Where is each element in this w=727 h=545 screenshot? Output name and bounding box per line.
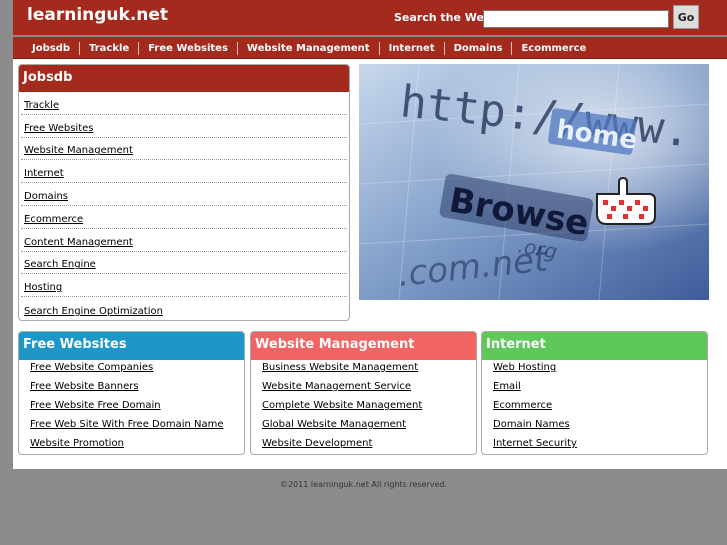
column-link[interactable]: Website Development bbox=[262, 438, 372, 449]
list-item[interactable]: Domain Names bbox=[493, 419, 707, 438]
nav-item-free-websites[interactable]: Free Websites bbox=[138, 41, 237, 55]
column-link[interactable]: Complete Website Management bbox=[262, 400, 422, 411]
nav-item-trackle[interactable]: Trackle bbox=[79, 41, 138, 55]
column-link[interactable]: Free Website Free Domain bbox=[30, 400, 161, 411]
column-title: Website Management bbox=[251, 332, 476, 360]
main-box-title: Jobsdb bbox=[19, 65, 349, 92]
column-link[interactable]: Global Website Management bbox=[262, 419, 406, 430]
nav-item-internet[interactable]: Internet bbox=[378, 41, 444, 55]
main-link[interactable]: Domains bbox=[24, 191, 68, 202]
column-link[interactable]: Internet Security bbox=[493, 438, 577, 449]
column-link[interactable]: Website Management Service bbox=[262, 381, 411, 392]
list-item[interactable]: Business Website Management bbox=[262, 362, 476, 381]
content-area: Jobsdb Trackle Free Websites Website Man… bbox=[13, 59, 727, 469]
column-link[interactable]: Ecommerce bbox=[493, 400, 552, 411]
free-websites-box: Free Websites Free Website Companies Fre… bbox=[18, 331, 245, 455]
main-link[interactable]: Hosting bbox=[24, 282, 62, 293]
list-item[interactable]: Search Engine Optimization bbox=[21, 297, 347, 320]
list-item[interactable]: Free Website Banners bbox=[30, 381, 244, 400]
nav-item-domains[interactable]: Domains bbox=[443, 41, 512, 55]
header-bar: learninguk.net Search the Web: Go bbox=[13, 0, 727, 35]
column-link[interactable]: Free Website Companies bbox=[30, 362, 153, 373]
go-button[interactable]: Go bbox=[673, 5, 699, 29]
column-link[interactable]: Email bbox=[493, 381, 521, 392]
list-item[interactable]: Website Management Service bbox=[262, 381, 476, 400]
column-link[interactable]: Website Promotion bbox=[30, 438, 124, 449]
main-link[interactable]: Free Websites bbox=[24, 123, 93, 134]
nav-item-website-management[interactable]: Website Management bbox=[236, 41, 379, 55]
list-item[interactable]: Free Website Free Domain bbox=[30, 400, 244, 419]
nav-item-jobsdb[interactable]: Jobsdb bbox=[23, 42, 79, 55]
list-item[interactable]: Website Promotion bbox=[30, 438, 244, 454]
main-link[interactable]: Search Engine bbox=[24, 259, 96, 270]
main-link-box: Jobsdb Trackle Free Websites Website Man… bbox=[18, 64, 350, 321]
list-item[interactable]: Global Website Management bbox=[262, 419, 476, 438]
list-item[interactable]: Domains bbox=[21, 183, 347, 206]
nav-item-ecommerce[interactable]: Ecommerce bbox=[511, 41, 595, 55]
main-link[interactable]: Ecommerce bbox=[24, 214, 83, 225]
list-item[interactable]: Internet bbox=[21, 160, 347, 184]
list-item[interactable]: Complete Website Management bbox=[262, 400, 476, 419]
list-item[interactable]: Website Management bbox=[21, 138, 347, 161]
search-label: Search the Web: bbox=[394, 11, 497, 24]
column-link[interactable]: Domain Names bbox=[493, 419, 570, 430]
list-item[interactable]: Free Websites bbox=[21, 115, 347, 138]
hero-illustration: http://www. home Browse .org .com.net bbox=[359, 64, 709, 300]
list-item[interactable]: Free Website Companies bbox=[30, 362, 244, 381]
list-item[interactable]: Free Web Site With Free Domain Name bbox=[30, 419, 244, 438]
list-item[interactable]: Ecommerce bbox=[493, 400, 707, 419]
list-item[interactable]: Content Management bbox=[21, 229, 347, 252]
hero-image: http://www. home Browse .org .com.net bbox=[359, 64, 709, 300]
column-link[interactable]: Free Website Banners bbox=[30, 381, 139, 392]
list-item[interactable]: Ecommerce bbox=[21, 206, 347, 229]
list-item[interactable]: Email bbox=[493, 381, 707, 400]
list-item[interactable]: Trackle bbox=[21, 92, 347, 115]
list-item[interactable]: Web Hosting bbox=[493, 362, 707, 381]
column-link[interactable]: Free Web Site With Free Domain Name bbox=[30, 419, 224, 430]
list-item[interactable]: Internet Security bbox=[493, 438, 707, 454]
list-item[interactable]: Hosting bbox=[21, 274, 347, 298]
list-item[interactable]: Search Engine bbox=[21, 252, 347, 275]
website-management-box: Website Management Business Website Mana… bbox=[250, 331, 477, 455]
column-link[interactable]: Business Website Management bbox=[262, 362, 418, 373]
internet-box: Internet Web Hosting Email Ecommerce Dom… bbox=[481, 331, 708, 455]
column-title: Free Websites bbox=[19, 332, 244, 360]
main-link[interactable]: Internet bbox=[24, 168, 64, 179]
main-link[interactable]: Search Engine Optimization bbox=[24, 306, 163, 317]
footer-copyright: ©2011 learninguk.net All rights reserved… bbox=[279, 480, 448, 489]
site-title[interactable]: learninguk.net bbox=[27, 5, 168, 25]
main-link[interactable]: Content Management bbox=[24, 237, 133, 248]
nav-bar: Jobsdb Trackle Free Websites Website Man… bbox=[13, 37, 727, 59]
search-input[interactable] bbox=[483, 10, 669, 28]
main-link[interactable]: Website Management bbox=[24, 145, 133, 156]
column-link[interactable]: Web Hosting bbox=[493, 362, 556, 373]
main-link[interactable]: Trackle bbox=[24, 100, 59, 111]
column-title: Internet bbox=[482, 332, 707, 360]
list-item[interactable]: Website Development bbox=[262, 438, 476, 454]
